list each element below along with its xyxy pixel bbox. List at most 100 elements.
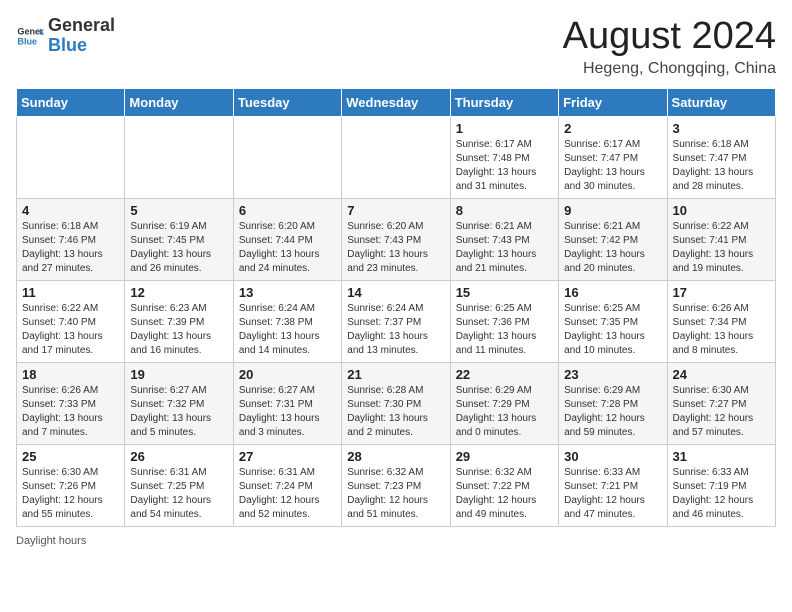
day-cell: 18Sunrise: 6:26 AMSunset: 7:33 PMDayligh… (17, 362, 125, 444)
day-cell: 8 Sunrise: 6:21 AMSunset: 7:43 PMDaylight… (450, 198, 558, 280)
day-cell: 20 Sunrise: 6:27 AMSunset: 7:31 PMDayligh… (233, 362, 341, 444)
day-cell: 10 Sunrise: 6:22 AMSunset: 7:41 PMDayligh… (667, 198, 775, 280)
day-cell: 19 Sunrise: 6:27 AMSunset: 7:32 PMDayligh… (125, 362, 233, 444)
day-number: 16 (564, 285, 661, 300)
day-info: Sunrise: 6:20 AMSunset: 7:44 PMDaylight:… (239, 220, 336, 276)
logo-blue-text: Blue (48, 36, 115, 56)
day-cell: 29 Sunrise: 6:32 AMSunset: 7:22 PMDayligh… (450, 444, 558, 526)
day-cell: 14 Sunrise: 6:24 AMSunset: 7:37 PMDayligh… (342, 280, 450, 362)
day-number: 1 (456, 121, 553, 136)
day-number: 17 (673, 285, 770, 300)
day-number: 21 (347, 367, 444, 382)
day-number: 4 (22, 203, 119, 218)
day-cell: 30 Sunrise: 6:33 AMSunset: 7:21 PMDayligh… (559, 444, 667, 526)
day-info: Sunrise: 6:32 AMSunset: 7:23 PMDaylight:… (347, 466, 444, 522)
day-cell: 3Sunrise: 6:18 AMSunset: 7:47 PMDaylight… (667, 116, 775, 198)
day-info: Sunrise: 6:30 AMSunset: 7:27 PMDaylight:… (673, 384, 770, 440)
col-header-thursday: Thursday (450, 88, 558, 116)
day-number: 8 (456, 203, 553, 218)
title-area: August 2024 Hegeng, Chongqing, China (563, 16, 776, 78)
day-number: 31 (673, 449, 770, 464)
day-number: 28 (347, 449, 444, 464)
day-info: Sunrise: 6:19 AMSunset: 7:45 PMDaylight:… (130, 220, 227, 276)
day-cell (17, 116, 125, 198)
col-header-monday: Monday (125, 88, 233, 116)
day-cell: 15 Sunrise: 6:25 AMSunset: 7:36 PMDayligh… (450, 280, 558, 362)
day-info: Sunrise: 6:21 AMSunset: 7:43 PMDaylight:… (456, 220, 553, 276)
day-number: 5 (130, 203, 227, 218)
day-info: Sunrise: 6:18 AMSunset: 7:46 PMDaylight:… (22, 220, 119, 276)
day-number: 27 (239, 449, 336, 464)
day-info: Sunrise: 6:17 AMSunset: 7:47 PMDaylight:… (564, 138, 661, 194)
day-info: Sunrise: 6:27 AMSunset: 7:32 PMDaylight:… (130, 384, 227, 440)
week-row-4: 18Sunrise: 6:26 AMSunset: 7:33 PMDayligh… (17, 362, 776, 444)
day-cell (342, 116, 450, 198)
day-cell: 22Sunrise: 6:29 AMSunset: 7:29 PMDayligh… (450, 362, 558, 444)
day-cell: 4 Sunrise: 6:18 AMSunset: 7:46 PMDaylight… (17, 198, 125, 280)
week-row-3: 11Sunrise: 6:22 AMSunset: 7:40 PMDayligh… (17, 280, 776, 362)
day-cell (125, 116, 233, 198)
day-info: Sunrise: 6:32 AMSunset: 7:22 PMDaylight:… (456, 466, 553, 522)
day-info: Sunrise: 6:17 AMSunset: 7:48 PMDaylight:… (456, 138, 553, 194)
day-info: Sunrise: 6:33 AMSunset: 7:21 PMDaylight:… (564, 466, 661, 522)
day-cell: 7Sunrise: 6:20 AMSunset: 7:43 PMDaylight… (342, 198, 450, 280)
day-number: 26 (130, 449, 227, 464)
col-header-saturday: Saturday (667, 88, 775, 116)
day-cell: 17 Sunrise: 6:26 AMSunset: 7:34 PMDayligh… (667, 280, 775, 362)
day-cell: 21 Sunrise: 6:28 AMSunset: 7:30 PMDayligh… (342, 362, 450, 444)
day-info: Sunrise: 6:24 AMSunset: 7:37 PMDaylight:… (347, 302, 444, 358)
day-cell: 27 Sunrise: 6:31 AMSunset: 7:24 PMDayligh… (233, 444, 341, 526)
day-info: Sunrise: 6:26 AMSunset: 7:34 PMDaylight:… (673, 302, 770, 358)
month-year: August 2024 (563, 16, 776, 58)
week-row-1: 1 Sunrise: 6:17 AMSunset: 7:48 PMDaylight… (17, 116, 776, 198)
week-row-5: 25Sunrise: 6:30 AMSunset: 7:26 PMDayligh… (17, 444, 776, 526)
day-cell: 25Sunrise: 6:30 AMSunset: 7:26 PMDayligh… (17, 444, 125, 526)
day-info: Sunrise: 6:31 AMSunset: 7:24 PMDaylight:… (239, 466, 336, 522)
day-number: 15 (456, 285, 553, 300)
day-cell: 13 Sunrise: 6:24 AMSunset: 7:38 PMDayligh… (233, 280, 341, 362)
day-info: Sunrise: 6:29 AMSunset: 7:28 PMDaylight:… (564, 384, 661, 440)
day-info: Sunrise: 6:23 AMSunset: 7:39 PMDaylight:… (130, 302, 227, 358)
day-number: 9 (564, 203, 661, 218)
day-info: Sunrise: 6:22 AMSunset: 7:41 PMDaylight:… (673, 220, 770, 276)
day-info: Sunrise: 6:31 AMSunset: 7:25 PMDaylight:… (130, 466, 227, 522)
day-cell (233, 116, 341, 198)
day-number: 25 (22, 449, 119, 464)
day-cell: 12 Sunrise: 6:23 AMSunset: 7:39 PMDayligh… (125, 280, 233, 362)
logo-general-text: General (48, 16, 115, 36)
day-number: 19 (130, 367, 227, 382)
day-headers-row: SundayMondayTuesdayWednesdayThursdayFrid… (17, 88, 776, 116)
day-info: Sunrise: 6:25 AMSunset: 7:36 PMDaylight:… (456, 302, 553, 358)
day-cell: 6Sunrise: 6:20 AMSunset: 7:44 PMDaylight… (233, 198, 341, 280)
calendar-table: SundayMondayTuesdayWednesdayThursdayFrid… (16, 88, 776, 527)
day-number: 13 (239, 285, 336, 300)
location: Hegeng, Chongqing, China (563, 60, 776, 78)
day-cell: 1 Sunrise: 6:17 AMSunset: 7:48 PMDaylight… (450, 116, 558, 198)
day-cell: 26 Sunrise: 6:31 AMSunset: 7:25 PMDayligh… (125, 444, 233, 526)
day-number: 23 (564, 367, 661, 382)
day-cell: 5 Sunrise: 6:19 AMSunset: 7:45 PMDaylight… (125, 198, 233, 280)
week-row-2: 4 Sunrise: 6:18 AMSunset: 7:46 PMDaylight… (17, 198, 776, 280)
col-header-sunday: Sunday (17, 88, 125, 116)
day-number: 20 (239, 367, 336, 382)
day-number: 12 (130, 285, 227, 300)
day-cell: 24 Sunrise: 6:30 AMSunset: 7:27 PMDayligh… (667, 362, 775, 444)
day-cell: 9 Sunrise: 6:21 AMSunset: 7:42 PMDaylight… (559, 198, 667, 280)
day-info: Sunrise: 6:27 AMSunset: 7:31 PMDaylight:… (239, 384, 336, 440)
col-header-wednesday: Wednesday (342, 88, 450, 116)
day-info: Sunrise: 6:21 AMSunset: 7:42 PMDaylight:… (564, 220, 661, 276)
day-info: Sunrise: 6:26 AMSunset: 7:33 PMDaylight:… (22, 384, 119, 440)
day-number: 29 (456, 449, 553, 464)
day-number: 24 (673, 367, 770, 382)
day-number: 3 (673, 121, 770, 136)
day-info: Sunrise: 6:24 AMSunset: 7:38 PMDaylight:… (239, 302, 336, 358)
day-info: Sunrise: 6:28 AMSunset: 7:30 PMDaylight:… (347, 384, 444, 440)
daylight-label: Daylight hours (16, 535, 86, 547)
day-number: 14 (347, 285, 444, 300)
day-number: 30 (564, 449, 661, 464)
day-number: 10 (673, 203, 770, 218)
day-number: 2 (564, 121, 661, 136)
svg-text:Blue: Blue (17, 36, 37, 46)
day-cell: 16Sunrise: 6:25 AMSunset: 7:35 PMDayligh… (559, 280, 667, 362)
day-cell: 31Sunrise: 6:33 AMSunset: 7:19 PMDayligh… (667, 444, 775, 526)
